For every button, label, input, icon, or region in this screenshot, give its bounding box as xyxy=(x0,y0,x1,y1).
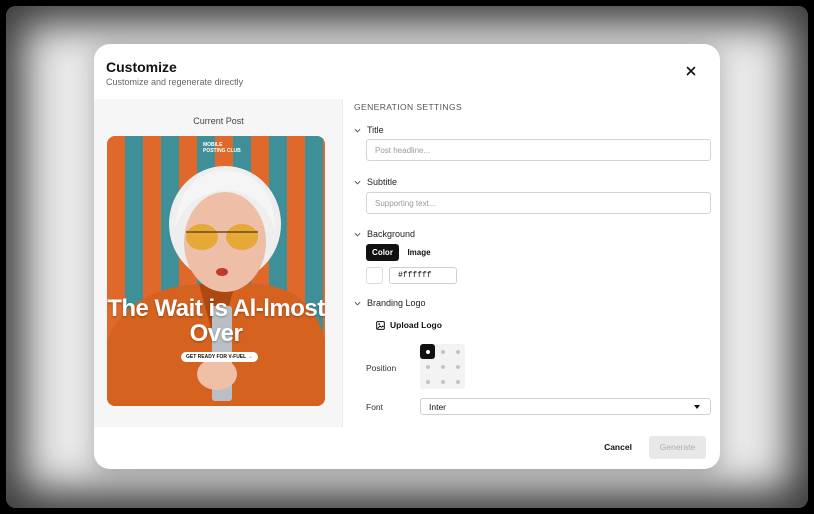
position-top-right[interactable] xyxy=(450,344,465,359)
position-dot xyxy=(455,364,460,369)
position-dot xyxy=(425,349,430,354)
color-swatch[interactable] xyxy=(366,267,383,284)
subtitle-section-toggle[interactable]: Subtitle xyxy=(354,176,397,188)
position-top-center[interactable] xyxy=(435,344,450,359)
position-bottom-center[interactable] xyxy=(435,374,450,389)
upload-logo-label: Upload Logo xyxy=(390,320,442,330)
position-dot xyxy=(425,364,430,369)
position-center[interactable] xyxy=(435,359,450,374)
chevron-down-icon xyxy=(354,301,361,306)
generate-button[interactable]: Generate xyxy=(649,436,706,459)
logo-position-grid xyxy=(420,344,465,389)
position-label: Position xyxy=(366,363,397,373)
cancel-button[interactable]: Cancel xyxy=(594,437,642,457)
background-color-tab[interactable]: Color xyxy=(366,244,399,261)
title-section-label: Title xyxy=(367,125,384,135)
chevron-down-icon xyxy=(354,180,361,185)
font-select[interactable]: Inter xyxy=(420,398,711,415)
position-bottom-right[interactable] xyxy=(450,374,465,389)
font-select-value: Inter xyxy=(429,402,447,412)
chevron-down-icon xyxy=(354,128,361,133)
position-dot xyxy=(440,379,445,384)
title-section-toggle[interactable]: Title xyxy=(354,124,384,136)
position-dot xyxy=(425,379,430,384)
current-post-label: Current Post xyxy=(193,116,244,126)
branding-section-toggle[interactable]: Branding Logo xyxy=(354,297,426,309)
caret-down-icon xyxy=(694,405,700,409)
subtitle-input[interactable] xyxy=(366,192,711,214)
close-button[interactable] xyxy=(684,64,698,78)
image-upload-icon xyxy=(376,320,385,330)
portrait-illustration xyxy=(107,166,325,406)
modal-subtitle: Customize and regenerate directly xyxy=(106,77,244,87)
subtitle-section-label: Subtitle xyxy=(367,177,398,187)
customize-modal: Customize Customize and regenerate direc… xyxy=(94,44,720,469)
poster-cta: GET READY FOR V-FUEL → xyxy=(181,352,258,362)
close-icon xyxy=(686,66,696,76)
preview-pane: Current Post MOBILE POSTING CLUB The Wai… xyxy=(94,99,343,427)
upload-logo-button[interactable]: Upload Logo xyxy=(376,320,442,330)
position-middle-right[interactable] xyxy=(450,359,465,374)
chevron-down-icon xyxy=(354,232,361,237)
position-middle-left[interactable] xyxy=(420,359,435,374)
title-input[interactable] xyxy=(366,139,711,161)
position-dot xyxy=(440,349,445,354)
font-label: Font xyxy=(366,402,384,412)
poster-headline: The Wait is Al-lmost Over xyxy=(107,295,325,347)
position-dot xyxy=(455,349,460,354)
settings-heading: GENERATION SETTINGS xyxy=(354,102,463,112)
post-preview-image: MOBILE POSTING CLUB The Wait is Al-lmost… xyxy=(107,136,325,406)
background-section-toggle[interactable]: Background xyxy=(354,228,415,240)
poster-brand: MOBILE POSTING CLUB xyxy=(203,142,241,154)
modal-title: Customize xyxy=(106,59,177,75)
position-dot xyxy=(455,379,460,384)
background-section-label: Background xyxy=(367,229,416,239)
position-bottom-left[interactable] xyxy=(420,374,435,389)
branding-section-label: Branding Logo xyxy=(367,298,426,308)
background-image-tab[interactable]: Image xyxy=(403,244,435,261)
position-dot xyxy=(440,364,445,369)
position-top-left[interactable] xyxy=(420,344,435,359)
hex-color-input[interactable] xyxy=(389,267,457,284)
